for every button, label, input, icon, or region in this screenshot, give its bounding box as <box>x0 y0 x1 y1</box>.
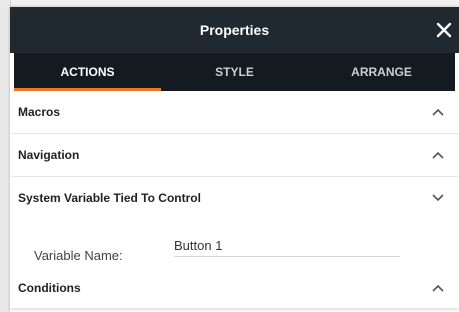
close-icon <box>436 22 452 38</box>
section-conditions[interactable]: Conditions <box>10 268 459 308</box>
variable-name-row: Variable Name: <box>10 220 459 268</box>
chevron-up-icon <box>431 283 445 293</box>
chevron-up-icon <box>431 107 445 117</box>
tab-style[interactable]: STYLE <box>161 53 308 91</box>
variable-name-label: Variable Name: <box>34 248 123 263</box>
section-system-variable-label: System Variable Tied To Control <box>18 191 201 205</box>
section-system-variable[interactable]: System Variable Tied To Control <box>10 177 459 219</box>
tab-bar: ACTIONS STYLE ARRANGE <box>14 53 455 91</box>
section-navigation[interactable]: Navigation <box>10 134 459 176</box>
tab-actions[interactable]: ACTIONS <box>14 53 161 91</box>
chevron-down-icon <box>431 193 445 203</box>
panel-header: Properties <box>10 7 459 53</box>
section-navigation-label: Navigation <box>18 148 80 162</box>
section-conditions-label: Conditions <box>18 281 81 295</box>
panel-title: Properties <box>199 22 270 38</box>
section-macros-label: Macros <box>18 105 61 119</box>
chevron-up-icon <box>431 150 445 160</box>
close-button[interactable] <box>429 7 459 53</box>
variable-name-input[interactable] <box>174 234 400 257</box>
section-macros[interactable]: Macros <box>10 91 459 133</box>
properties-panel: Properties ACTIONS STYLE ARRANGE Macros … <box>10 7 459 312</box>
tab-arrange[interactable]: ARRANGE <box>308 53 455 91</box>
